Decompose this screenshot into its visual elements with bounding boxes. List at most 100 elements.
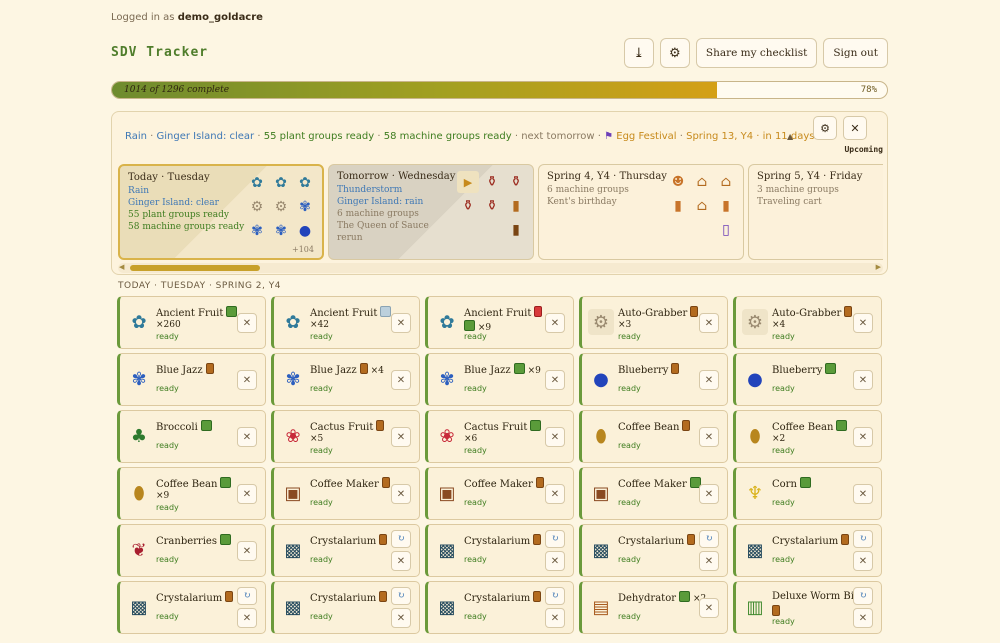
item-name: Crystalarium: [464, 536, 531, 547]
dismiss-button[interactable]: ✕: [237, 484, 257, 504]
dismiss-button[interactable]: ✕: [699, 551, 719, 571]
section-title: TODAY · TUESDAY · SPRING 2, Y4: [118, 281, 281, 291]
mayo-machine-icon: ⌂: [696, 174, 708, 190]
dismiss-button[interactable]: ✕: [853, 608, 873, 628]
cask-icon: [535, 477, 544, 488]
dismiss-button[interactable]: ✕: [545, 484, 565, 504]
forecast-close-button[interactable]: ✕: [843, 116, 867, 140]
item-card: ❀ Cactus Fruit ×6 ready ✕: [425, 410, 574, 463]
day-strip-scrollbar[interactable]: ◀ ▶: [118, 263, 883, 273]
keg-icon: ⚱: [510, 174, 522, 190]
dismiss-button[interactable]: ✕: [237, 427, 257, 447]
collapse-arrow-icon[interactable]: ▲: [787, 132, 793, 141]
dismiss-button[interactable]: ✕: [237, 313, 257, 333]
coffee-bean-icon: ⬮: [133, 482, 145, 504]
island-icon: [825, 363, 837, 374]
item-name: Cactus Fruit: [464, 422, 528, 433]
dismiss-button[interactable]: ✕: [237, 370, 257, 390]
item-status: ready: [156, 503, 179, 512]
refill-button[interactable]: ↻: [545, 587, 565, 605]
dismiss-button[interactable]: ✕: [545, 608, 565, 628]
close-icon: ✕: [396, 374, 406, 386]
cask-icon: [381, 477, 390, 488]
day-card-tomorrow[interactable]: Tomorrow · Wednesday Thunderstorm Ginger…: [328, 164, 534, 260]
item-count: ×9: [527, 366, 541, 376]
dismiss-button[interactable]: ✕: [391, 313, 411, 333]
day-card-spring-5[interactable]: Spring 5, Y4 · Friday 3 machine groups T…: [748, 164, 883, 260]
dismiss-button[interactable]: ✕: [699, 427, 719, 447]
refill-button[interactable]: ↻: [545, 530, 565, 548]
dismiss-button[interactable]: ✕: [853, 370, 873, 390]
item-card: ✿ Ancient Fruit ×42 ready ✕: [271, 296, 420, 349]
item-card: ▥ Deluxe Worm Bin ready ↻ ✕: [733, 581, 882, 634]
forecast-summary: Rain · Ginger Island: clear · 55 plant g…: [125, 131, 815, 142]
dismiss-button[interactable]: ✕: [545, 370, 565, 390]
item-name: Coffee Bean: [772, 422, 834, 433]
close-icon: ✕: [550, 555, 560, 567]
dismiss-button[interactable]: ✕: [545, 427, 565, 447]
dismiss-button[interactable]: ✕: [853, 313, 873, 333]
header-actions: ⤓ ⚙ Share my checklist Sign out: [623, 38, 888, 68]
refill-button[interactable]: ↻: [853, 530, 873, 548]
dismiss-button[interactable]: ✕: [391, 551, 411, 571]
keg-icon: ⚱: [486, 198, 498, 214]
item-name: Blue Jazz: [156, 365, 203, 376]
item-count: ×5: [310, 434, 324, 444]
dismiss-button[interactable]: ✕: [391, 608, 411, 628]
item-name: Crystalarium: [156, 593, 223, 604]
dismiss-button[interactable]: ✕: [237, 541, 257, 561]
play-icon[interactable]: ▶: [457, 171, 479, 193]
close-icon: ✕: [242, 317, 252, 329]
dismiss-button[interactable]: ✕: [853, 551, 873, 571]
item-name-row: Cactus Fruit: [464, 420, 542, 433]
cask-icon: [772, 605, 780, 616]
item-card: ✾ Blue Jazz ready ✕: [117, 353, 266, 406]
dismiss-button[interactable]: ✕: [545, 551, 565, 571]
scroll-left-icon[interactable]: ◀: [119, 263, 124, 271]
cask-icon: [533, 534, 542, 545]
refill-button[interactable]: ↻: [699, 530, 719, 548]
sign-out-button[interactable]: Sign out: [823, 38, 888, 68]
item-status: ready: [464, 498, 487, 507]
close-icon: ✕: [850, 121, 860, 135]
refresh-icon: ↻: [551, 591, 559, 601]
dismiss-button[interactable]: ✕: [391, 427, 411, 447]
day-card-spring-4[interactable]: Spring 4, Y4 · Thursday 6 machine groups…: [538, 164, 744, 260]
refill-button[interactable]: ↻: [237, 587, 257, 605]
scrollbar-thumb[interactable]: [130, 265, 260, 271]
dismiss-button[interactable]: ✕: [699, 313, 719, 333]
dismiss-button[interactable]: ✕: [699, 370, 719, 390]
day-card-today[interactable]: Today · Tuesday Rain Ginger Island: clea…: [118, 164, 324, 260]
dismiss-button[interactable]: ✕: [545, 313, 565, 333]
dismiss-button[interactable]: ✕: [237, 608, 257, 628]
cask-icon: [671, 363, 680, 374]
refill-button[interactable]: ↻: [391, 587, 411, 605]
download-button[interactable]: ⤓: [623, 38, 654, 68]
item-name-row: Dehydrator×2: [618, 591, 706, 604]
lightning-rod-icon: ▯: [722, 222, 730, 238]
item-card: ✿ Ancient Fruit ×9 ready ✕: [425, 296, 574, 349]
item-count: ×2: [772, 434, 786, 444]
corn-icon: ♆: [746, 482, 764, 504]
dismiss-button[interactable]: ✕: [391, 484, 411, 504]
item-card: ● Blueberry ready ✕: [579, 353, 728, 406]
item-name-row: Broccoli: [156, 420, 212, 433]
dismiss-button[interactable]: ✕: [391, 370, 411, 390]
cask-icon: [225, 591, 234, 602]
dismiss-button[interactable]: ✕: [853, 427, 873, 447]
scroll-right-icon[interactable]: ▶: [876, 263, 881, 271]
refill-button[interactable]: ↻: [391, 530, 411, 548]
dismiss-button[interactable]: ✕: [853, 484, 873, 504]
item-name-row: Crystalarium: [618, 534, 696, 547]
festival-flag-icon: ⚑: [604, 131, 614, 142]
dismiss-button[interactable]: ✕: [699, 484, 719, 504]
close-icon: ✕: [550, 431, 560, 443]
share-checklist-button[interactable]: Share my checklist: [695, 38, 818, 68]
item-status: ready: [310, 384, 333, 393]
dismiss-button[interactable]: ✕: [699, 598, 719, 618]
item-name-row: Coffee Bean: [772, 420, 848, 433]
refill-button[interactable]: ↻: [853, 587, 873, 605]
settings-button[interactable]: ⚙: [659, 38, 690, 68]
ancient-fruit-icon: ✿: [285, 311, 301, 333]
forecast-settings-button[interactable]: ⚙: [813, 116, 837, 140]
